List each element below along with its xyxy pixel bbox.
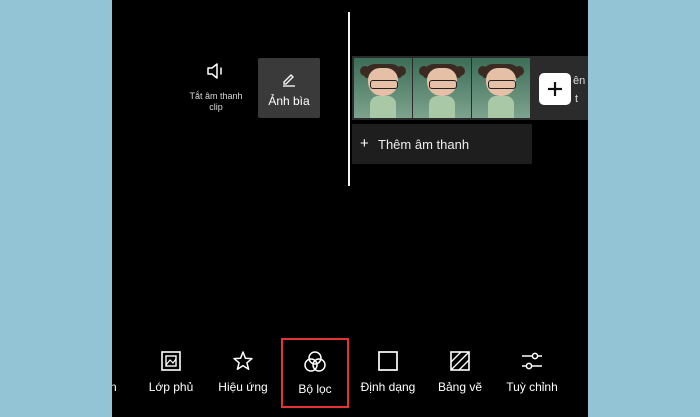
toolbar-label: Lớp phủ bbox=[148, 380, 194, 394]
edit-pencil-icon bbox=[283, 74, 295, 87]
mute-label-line2: clip bbox=[209, 102, 223, 112]
plus-icon bbox=[548, 82, 562, 96]
toolbar-item-format[interactable]: Định dạng bbox=[356, 350, 420, 394]
side-label-partial-1: ên bbox=[573, 75, 586, 87]
overlay-icon bbox=[161, 351, 181, 371]
cover-label: Ảnh bìa bbox=[268, 94, 310, 108]
cover-image-button[interactable]: Ảnh bìa bbox=[258, 58, 320, 118]
playhead[interactable] bbox=[348, 12, 350, 186]
side-label-partial-2: t bbox=[575, 93, 579, 105]
toolbar-label: Bảng vẽ bbox=[437, 380, 483, 394]
toolbar-label: án bbox=[112, 380, 117, 394]
toolbar-item-effects[interactable]: Hiệu ứng bbox=[211, 350, 275, 394]
toolbar-label: Hiệu ứng bbox=[218, 380, 268, 394]
toolbar-label: Tuỳ chỉnh bbox=[506, 380, 558, 394]
canvas-hatch-icon bbox=[450, 351, 470, 371]
editor-screen: Tắt âm thanh clip Ảnh bìa ên t + Thêm âm… bbox=[112, 0, 588, 417]
add-clip-button[interactable] bbox=[539, 73, 571, 105]
toolbar-item-adjust[interactable]: Tuỳ chỉnh bbox=[500, 350, 564, 394]
effects-star-icon bbox=[233, 351, 253, 370]
plus-icon: + bbox=[360, 135, 369, 152]
mute-clip-audio-button[interactable]: Tắt âm thanh clip bbox=[176, 62, 256, 113]
bottom-toolbar: án Lớp phủ Hiệu ứng Bộ lọc bbox=[112, 338, 588, 417]
format-square-icon bbox=[378, 351, 398, 371]
speaker-icon bbox=[207, 63, 222, 79]
selection-highlight bbox=[281, 338, 349, 408]
adjust-sliders-icon bbox=[522, 352, 542, 370]
toolbar-label: Định dạng bbox=[360, 380, 416, 394]
toolbar-item-canvas[interactable]: Bảng vẽ bbox=[428, 350, 492, 394]
add-audio-label: Thêm âm thanh bbox=[378, 137, 470, 152]
add-audio-button[interactable]: + Thêm âm thanh bbox=[352, 124, 532, 164]
clip-thumbnail bbox=[472, 58, 530, 118]
toolbar-item-overlay[interactable]: Lớp phủ bbox=[139, 350, 203, 394]
toolbar-item-partial[interactable]: án bbox=[112, 350, 130, 394]
clip-thumbnail bbox=[413, 58, 471, 118]
clip-thumbnail bbox=[354, 58, 412, 118]
mute-label-line1: Tắt âm thanh bbox=[189, 91, 243, 101]
